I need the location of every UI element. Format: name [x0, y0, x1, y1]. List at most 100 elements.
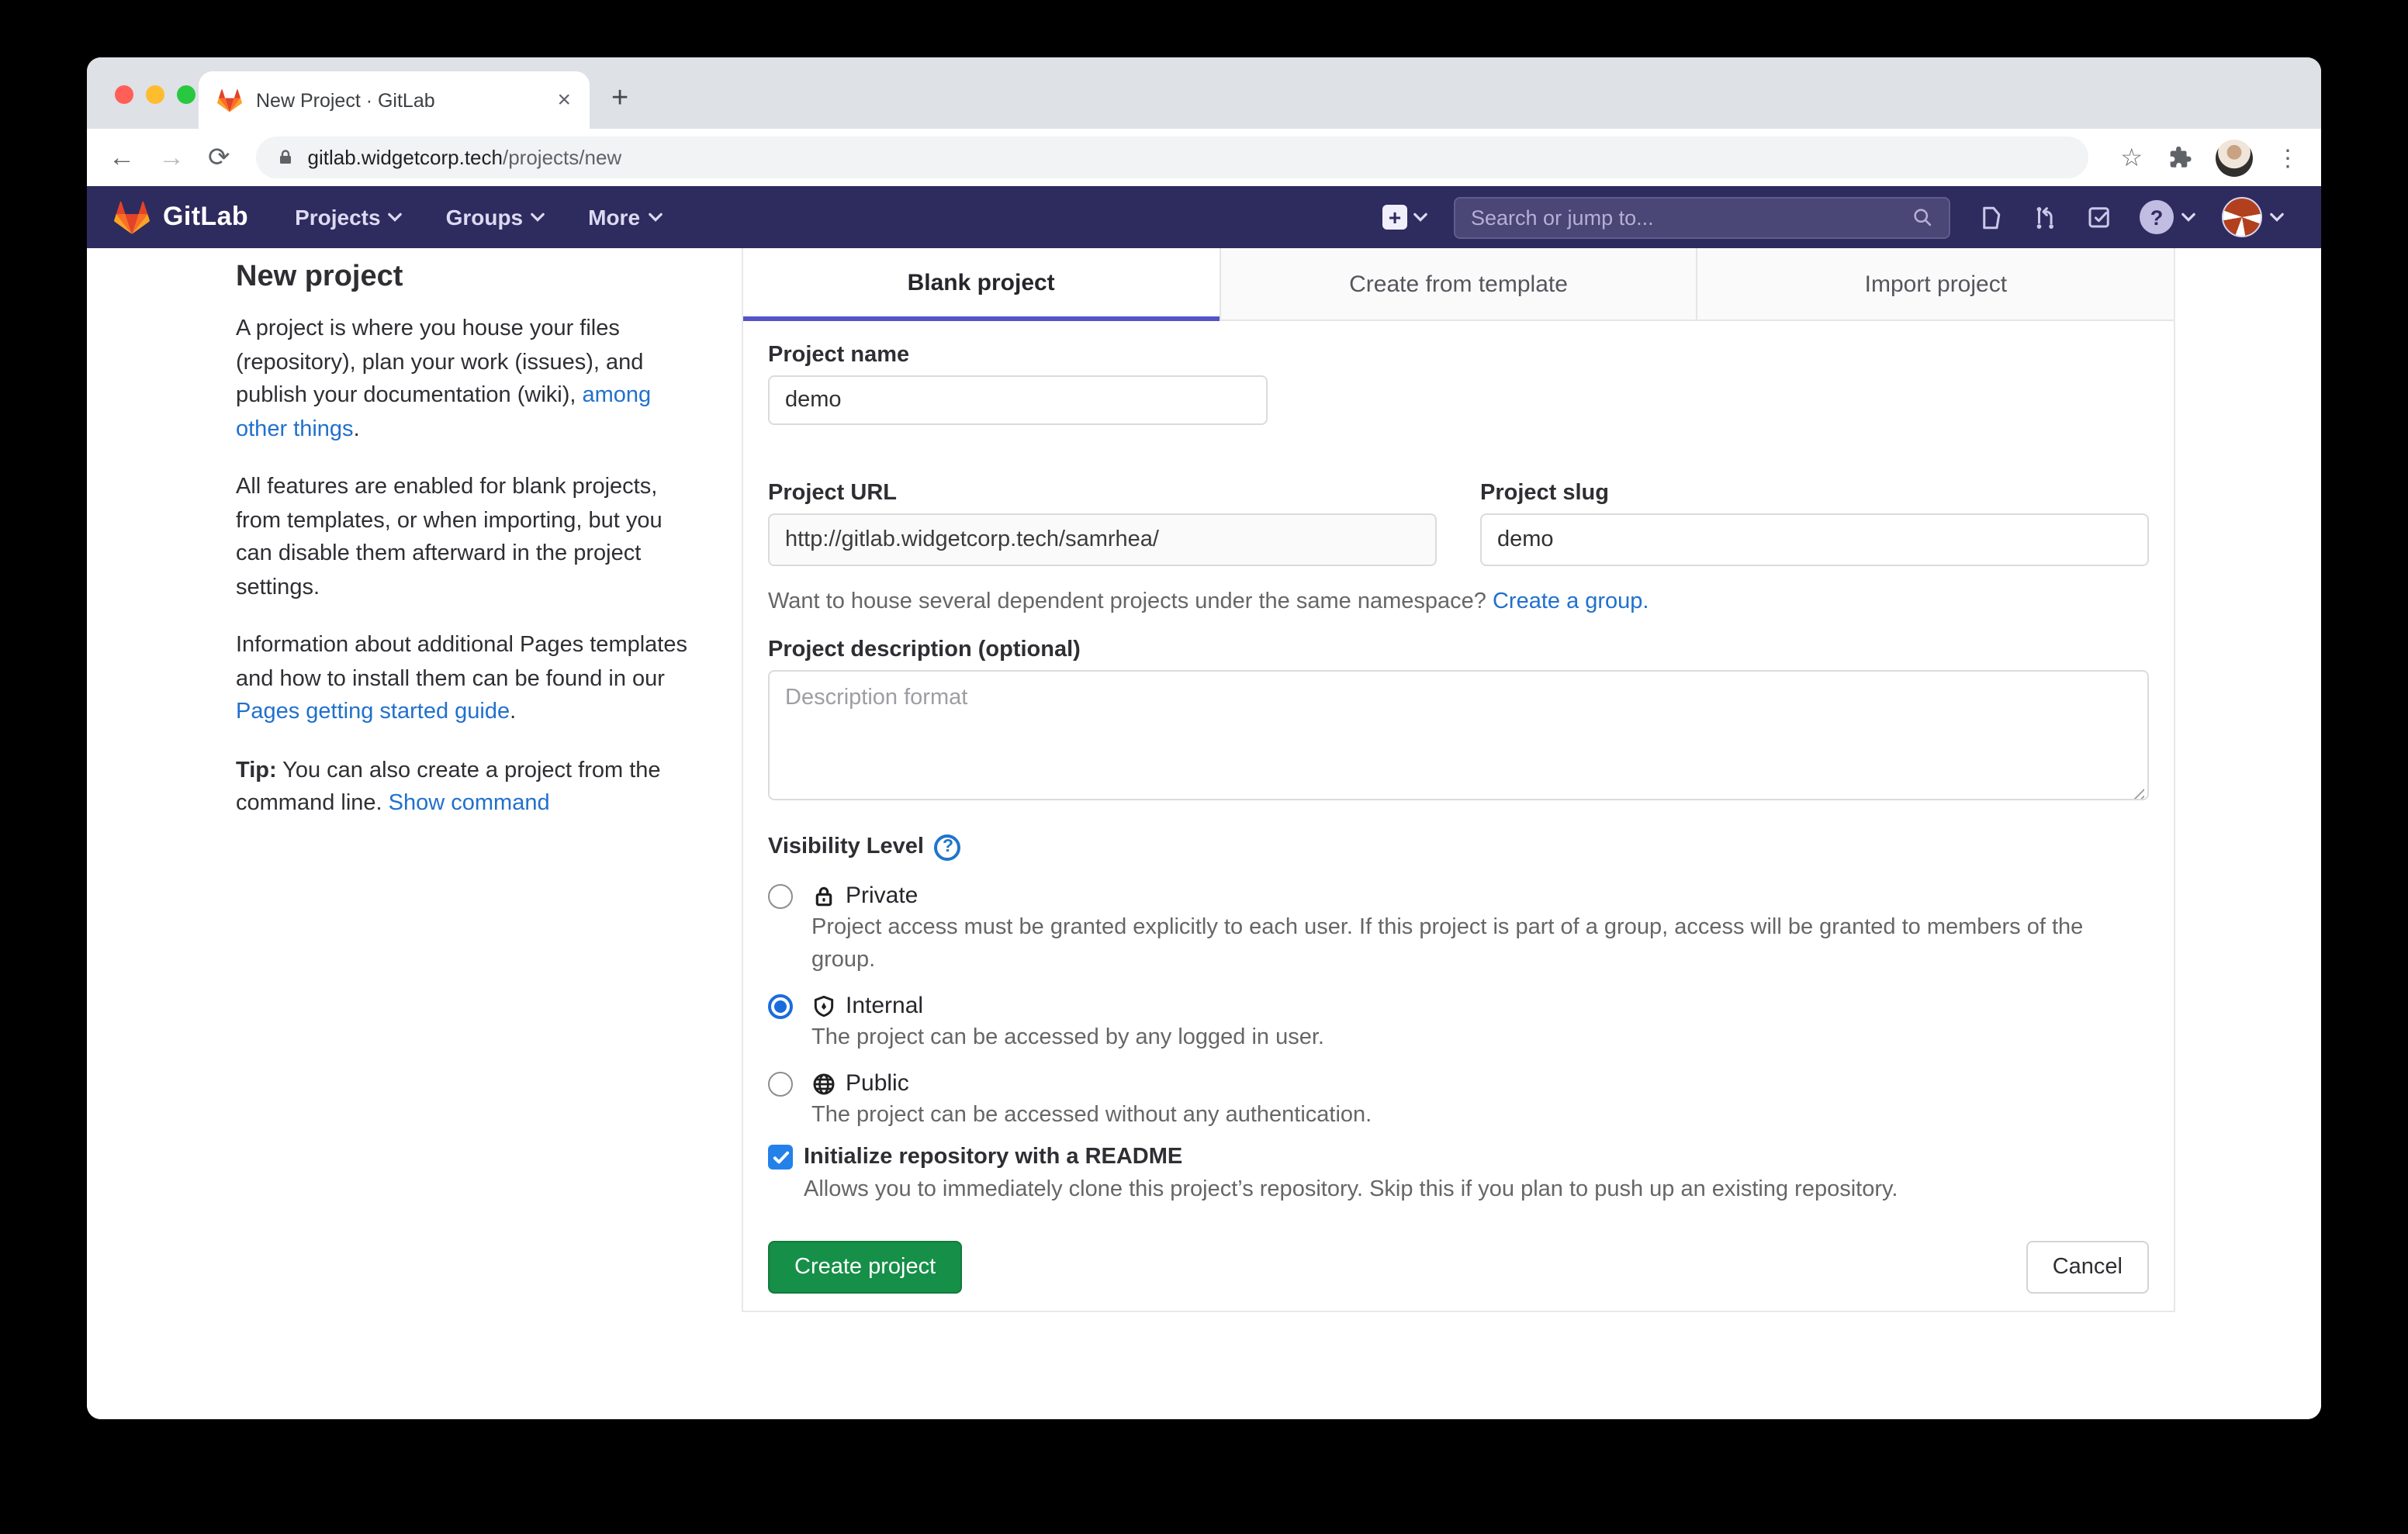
help-dropdown[interactable]: ? — [2140, 200, 2195, 234]
tab-import-project[interactable]: Import project — [1697, 248, 2174, 321]
browser-profile-avatar[interactable] — [2216, 139, 2253, 176]
internal-radio[interactable] — [768, 994, 793, 1019]
zoom-window-button[interactable] — [177, 85, 195, 104]
readme-checkbox[interactable] — [768, 1145, 793, 1170]
project-description-label: Project description (optional) — [768, 634, 2149, 667]
sidebar-paragraph-3-period: . — [510, 700, 516, 724]
url-path: /projects/new — [503, 145, 621, 168]
nav-menu-projects[interactable]: Projects — [295, 205, 403, 230]
merge-requests-icon[interactable] — [2031, 202, 2059, 232]
tab-create-from-template[interactable]: Create from template — [1219, 248, 1696, 321]
visibility-help-icon[interactable]: ? — [935, 834, 961, 860]
gitlab-favicon-icon — [217, 88, 242, 112]
global-search[interactable] — [1454, 196, 1950, 238]
public-option-title: Public — [811, 1067, 1372, 1100]
chevron-down-icon — [389, 212, 403, 222]
project-description-textarea[interactable] — [768, 670, 2149, 800]
pages-guide-link[interactable]: Pages getting started guide — [236, 700, 510, 724]
browser-toolbar: ← → ⟳ gitlab.widgetcorp.tech/projects/ne… — [87, 129, 2321, 186]
project-slug-input[interactable] — [1480, 513, 2149, 566]
sidebar-paragraph-2: All features are enabled for blank proje… — [236, 472, 692, 605]
sidebar-paragraph-1: A project is where you house your files … — [236, 313, 692, 447]
namespace-hint-text: Want to house several dependent projects… — [768, 589, 1493, 614]
readme-label: Initialize repository with a README — [804, 1142, 1182, 1174]
project-slug-label: Project slug — [1480, 478, 2149, 510]
nav-menu-more[interactable]: More — [588, 205, 662, 230]
blank-project-form: Project name Project URL Project slug Wa… — [743, 321, 2174, 1318]
gitlab-navbar: GitLab Projects Groups More + — [87, 186, 2321, 248]
gitlab-logo-icon — [113, 199, 150, 235]
public-option-content: Public The project can be accessed witho… — [811, 1067, 1372, 1132]
screenshot-stage: New Project · GitLab × + ← → ⟳ gitlab.wi… — [0, 0, 2408, 1534]
macos-traffic-lights — [115, 85, 195, 104]
create-group-link[interactable]: Create a group. — [1493, 589, 1649, 614]
user-dropdown[interactable] — [2222, 197, 2284, 237]
description-wrap — [768, 667, 2149, 807]
new-tab-button[interactable]: + — [611, 84, 628, 113]
back-icon[interactable]: ← — [109, 144, 135, 171]
close-window-button[interactable] — [115, 85, 133, 104]
project-url-input[interactable] — [768, 513, 1437, 566]
chevron-down-icon — [648, 212, 662, 222]
reload-icon[interactable]: ⟳ — [208, 144, 230, 171]
new-project-sidebar: New project A project is where you house… — [236, 248, 692, 846]
internal-option-name: Internal — [846, 990, 923, 1022]
sidebar-tip: Tip: You can also create a project from … — [236, 755, 692, 821]
page-title: New project — [236, 261, 692, 295]
issues-icon[interactable] — [1977, 202, 2005, 232]
private-option-title: Private — [811, 879, 2149, 912]
url-slug-row: Project URL Project slug — [768, 478, 2149, 566]
private-option-content: Private Project access must be granted e… — [811, 879, 2149, 977]
url-text: gitlab.widgetcorp.tech/projects/new — [308, 143, 622, 171]
browser-window: New Project · GitLab × + ← → ⟳ gitlab.wi… — [87, 57, 2321, 1419]
search-input[interactable] — [1471, 206, 1899, 229]
tab-close-icon[interactable]: × — [557, 88, 571, 112]
gitlab-brand[interactable]: GitLab — [113, 199, 248, 235]
private-radio[interactable] — [768, 884, 793, 909]
show-command-link[interactable]: Show command — [389, 791, 550, 816]
sidebar-paragraph-3: Information about additional Pages templ… — [236, 630, 692, 730]
tip-label: Tip: — [236, 758, 277, 783]
plus-icon: + — [1382, 205, 1407, 230]
gitlab-nav-menus: Projects Groups More — [295, 205, 662, 230]
nav-menu-groups[interactable]: Groups — [446, 205, 545, 230]
browser-menu-icon[interactable]: ⋮ — [2276, 143, 2299, 171]
browser-tab-strip: New Project · GitLab × + — [87, 57, 2321, 129]
cancel-button[interactable]: Cancel — [2026, 1241, 2149, 1294]
address-bar[interactable]: gitlab.widgetcorp.tech/projects/new — [257, 136, 2088, 178]
search-icon — [1912, 206, 1933, 228]
extensions-puzzle-icon[interactable] — [2166, 144, 2192, 171]
todos-icon[interactable] — [2085, 203, 2113, 231]
user-avatar — [2222, 197, 2262, 237]
new-menu-dropdown[interactable]: + — [1382, 205, 1427, 230]
minimize-window-button[interactable] — [146, 85, 164, 104]
check-icon — [772, 1150, 789, 1164]
internal-option-desc: The project can be accessed by any logge… — [811, 1022, 1324, 1055]
public-option-desc: The project can be accessed without any … — [811, 1100, 1372, 1132]
sidebar-paragraph-3-text: Information about additional Pages templ… — [236, 633, 687, 691]
create-project-button[interactable]: Create project — [768, 1241, 962, 1294]
help-icon: ? — [2140, 200, 2174, 234]
project-url-label: Project URL — [768, 478, 1437, 510]
chevron-down-icon — [531, 212, 545, 222]
visibility-option-private: Private Project access must be granted e… — [768, 879, 2149, 977]
public-option-name: Public — [846, 1067, 909, 1100]
browser-tab[interactable]: New Project · GitLab × — [199, 71, 590, 129]
form-actions: Create project Cancel — [768, 1241, 2149, 1294]
project-name-input[interactable] — [768, 375, 1268, 425]
page-content: New project A project is where you house… — [87, 248, 2321, 1419]
chevron-down-icon — [2270, 212, 2284, 222]
lock-icon — [811, 883, 836, 908]
url-host: gitlab.widgetcorp.tech — [308, 145, 503, 168]
tab-blank-project[interactable]: Blank project — [743, 248, 1219, 321]
project-type-tabs: Blank project Create from template Impor… — [743, 248, 2174, 321]
internal-option-title: Internal — [811, 990, 1324, 1022]
public-radio[interactable] — [768, 1072, 793, 1097]
nav-menu-groups-label: Groups — [446, 205, 524, 230]
gitlab-brand-name: GitLab — [163, 202, 248, 233]
nav-menu-more-label: More — [588, 205, 640, 230]
readme-row: Initialize repository with a README — [768, 1142, 2149, 1174]
project-name-label: Project name — [768, 340, 2149, 372]
shield-icon — [811, 993, 836, 1018]
bookmark-star-icon[interactable]: ☆ — [2120, 142, 2143, 173]
